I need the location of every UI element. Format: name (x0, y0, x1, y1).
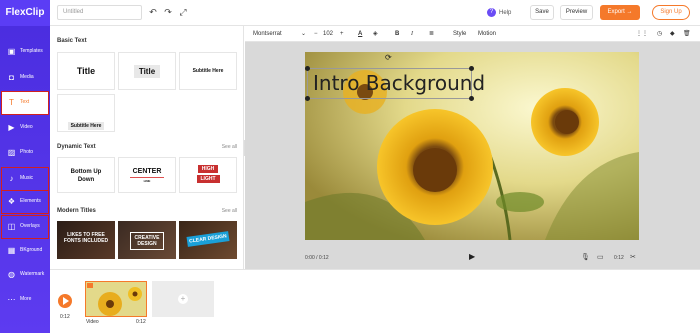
sidebar-item-music[interactable]: ♪ Music (1, 167, 49, 191)
layers-icon[interactable]: ◆ (670, 29, 675, 39)
modern-creative-design-card[interactable]: CREATIVE DESIGN (118, 221, 176, 259)
sidebar-item-media[interactable]: ◘ Media (2, 67, 48, 89)
left-sidebar: ▣ Templates ◘ Media T Text ▶ Video ▨ Photo ♪ M… (0, 26, 50, 333)
dynamic-bottom-up-card[interactable]: Bottom Up Down (57, 157, 115, 193)
sign-up-button[interactable]: Sign Up (652, 5, 690, 20)
fullscreen-icon[interactable]: ⤢ (176, 5, 190, 20)
basic-text-title: Basic Text (57, 38, 87, 44)
dynamic-center-card[interactable]: CENTER LINE (118, 157, 176, 193)
font-size-decrease-button[interactable]: − (314, 29, 318, 39)
elements-icon: ❖ (7, 197, 16, 206)
play-icon[interactable]: ▶ (469, 252, 475, 261)
grid-icon[interactable]: ⋮⋮ (636, 29, 648, 39)
timeline-time: 0:12 (60, 314, 70, 320)
more-icon: ⋯ (7, 295, 16, 304)
sidebar-item-text[interactable]: T Text (1, 91, 49, 115)
microphone-icon[interactable]: 🎙 (581, 253, 590, 261)
video-clip-thumbnail[interactable] (85, 281, 147, 317)
undo-icon[interactable]: ↶ (146, 5, 160, 20)
flexclip-logo[interactable]: FlexClip (0, 0, 50, 26)
modern-titles-title: Modern Titles (57, 208, 96, 214)
style-button[interactable]: Style (453, 29, 466, 39)
align-icon[interactable]: ≣ (429, 29, 434, 39)
clip-thumbnail-image (86, 282, 146, 316)
caption-icon[interactable]: ▭ (597, 253, 604, 261)
bold-icon[interactable]: B (395, 29, 399, 39)
media-icon: ◘ (9, 73, 14, 82)
modern-clear-design-card[interactable]: CLEAR DESIGN (179, 221, 237, 259)
sidebar-item-elements[interactable]: ❖ Elements (1, 190, 49, 214)
italic-icon[interactable]: I (411, 29, 413, 39)
save-button[interactable]: Save (530, 5, 554, 20)
clip-label: Video (86, 319, 99, 325)
help-icon: ? (487, 7, 496, 17)
text-color-icon[interactable]: A (358, 29, 362, 39)
sidebar-item-more[interactable]: ⋯ More (2, 289, 48, 311)
scissors-icon[interactable]: ✂ (630, 253, 636, 261)
sidebar-item-templates[interactable]: ▣ Templates (2, 41, 48, 63)
canvas-stage: Intro Background ⟳ (245, 42, 700, 269)
history-icon[interactable]: ◷ (657, 29, 662, 39)
basic-subtitle-boxed-card[interactable]: Subtitle Here (57, 94, 115, 132)
music-icon: ♪ (9, 174, 14, 183)
font-family-select[interactable]: Montserrat ⌄ (253, 29, 307, 39)
text-format-toolbar: Montserrat ⌄ − 102 + A ◈ B I ≣ Style Moti… (245, 26, 700, 42)
text-icon: T (9, 98, 14, 107)
sidebar-item-bkground[interactable]: ▦ BKground (2, 240, 48, 262)
watermark-icon: ◍ (8, 270, 15, 279)
video-preview[interactable]: Intro Background ⟳ (305, 52, 639, 240)
templates-icon: ▣ (7, 47, 16, 56)
motion-button[interactable]: Motion (478, 29, 496, 39)
resize-handle[interactable] (469, 96, 474, 101)
video-icon: ▶ (8, 123, 15, 132)
dynamic-see-all-link[interactable]: See all (222, 144, 237, 150)
modern-see-all-link[interactable]: See all (222, 208, 237, 214)
photo-icon: ▨ (7, 148, 16, 157)
export-button[interactable]: Export → (600, 5, 640, 20)
basic-title-card[interactable]: Title (57, 52, 115, 90)
project-title-input[interactable]: Untitled (57, 5, 142, 20)
modern-free-fonts-card[interactable]: LIKES TO FREE FONTS INCLUDED (57, 221, 115, 259)
clip-duration: 0:12 (136, 319, 146, 325)
resize-handle[interactable] (469, 66, 474, 71)
basic-title-boxed-card[interactable]: Title (118, 52, 176, 90)
preview-button[interactable]: Preview (560, 5, 593, 20)
fill-color-icon[interactable]: ◈ (373, 29, 378, 39)
text-panel: Basic Text Title Title Subtitle Here Sub… (50, 26, 244, 269)
timeline-play-button[interactable] (58, 294, 72, 308)
timeline: 0:12 Video 0:12 + (50, 269, 700, 333)
dynamic-highlight-card[interactable]: HIGH LIGHT (179, 157, 237, 193)
basic-subtitle-card[interactable]: Subtitle Here (179, 52, 237, 90)
dynamic-text-title: Dynamic Text (57, 144, 96, 150)
sidebar-item-video[interactable]: ▶ Video (2, 117, 48, 139)
overlay-title-text[interactable]: Intro Background (308, 69, 485, 98)
sidebar-item-photo[interactable]: ▨ Photo (2, 142, 48, 164)
add-clip-button[interactable]: + (152, 281, 214, 317)
overlays-icon: ◫ (7, 222, 16, 231)
plus-icon: + (178, 294, 188, 304)
resize-handle[interactable] (305, 66, 310, 71)
total-duration: 0:12 (614, 255, 624, 261)
sidebar-item-watermark[interactable]: ◍ Watermark (2, 264, 48, 286)
text-selection-box[interactable]: Intro Background (305, 66, 485, 101)
font-size-increase-button[interactable]: + (340, 29, 344, 39)
background-icon: ▦ (7, 246, 16, 255)
current-time: 0:00 / 0:12 (305, 255, 329, 261)
chevron-down-icon: ⌄ (301, 31, 307, 37)
delete-icon[interactable]: 🗑 (683, 29, 691, 39)
resize-handle[interactable] (305, 96, 310, 101)
font-size-value[interactable]: 102 (323, 29, 333, 39)
top-bar: FlexClip Untitled ↶ ↷ ⤢ ? Help Save Previ… (0, 0, 700, 26)
redo-icon[interactable]: ↷ (161, 5, 175, 20)
help-button[interactable]: ? Help (487, 6, 523, 20)
rotate-handle-icon[interactable]: ⟳ (385, 53, 392, 62)
playback-bar: 0:00 / 0:12 ▶ 🎙 ▭ 0:12 ✂ (245, 247, 700, 269)
sidebar-item-overlays[interactable]: ◫ Overlays (1, 215, 49, 239)
